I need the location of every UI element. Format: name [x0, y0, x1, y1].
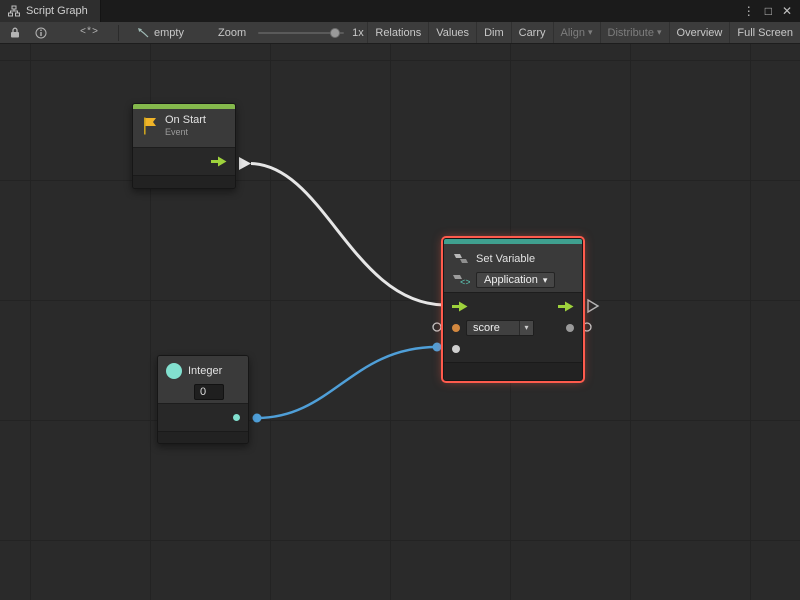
graph-toolbar: <*> empty Zoom 1x Relations Values Dim C… — [0, 22, 800, 44]
wire-start-cap-triangle — [239, 157, 251, 170]
value-out-port-dot[interactable] — [566, 324, 574, 332]
graph-canvas[interactable]: On Start Event — [0, 44, 800, 600]
toolbar-separator — [118, 25, 119, 41]
flow-in-port-icon[interactable] — [452, 301, 468, 312]
name-port-row: score ▾ — [444, 317, 582, 338]
dim-button[interactable]: Dim — [476, 22, 511, 43]
value-out-cap-circle[interactable] — [583, 323, 591, 331]
integer-out-port-dot[interactable] — [233, 414, 240, 421]
flow-out-cap-triangle[interactable] — [588, 300, 598, 312]
connections-layer — [0, 44, 800, 600]
flag-icon — [141, 116, 159, 136]
zoom-slider-knob[interactable] — [330, 28, 340, 38]
integer-value-field[interactable]: 0 — [194, 384, 224, 400]
script-graph-window: Script Graph ⋮ □ ✕ <*> empty Zoom 1x Re — [0, 0, 800, 600]
selection-label: empty — [154, 27, 184, 39]
flow-port-row — [444, 296, 582, 317]
wire-integer-to-setvariable[interactable] — [257, 347, 437, 418]
zoom-value: 1x — [352, 27, 364, 39]
object-icon: <> — [452, 274, 470, 286]
flow-out-port-icon[interactable] — [211, 156, 227, 167]
scope-dropdown[interactable]: Application ▾ — [476, 272, 555, 288]
chevron-down-icon: ▾ — [519, 321, 533, 335]
value-in-port-dot[interactable] — [452, 345, 460, 353]
chevron-down-icon: ▾ — [657, 28, 662, 37]
node-integer[interactable]: Integer 0 — [157, 355, 249, 444]
tab-script-graph[interactable]: Script Graph — [0, 0, 101, 22]
maximize-icon[interactable]: □ — [765, 4, 772, 18]
code-icon[interactable]: <*> — [80, 27, 98, 38]
relations-button[interactable]: Relations — [367, 22, 428, 43]
full-screen-button[interactable]: Full Screen — [729, 22, 800, 43]
pointer-arrow-icon — [137, 27, 149, 38]
zoom-label: Zoom — [218, 27, 246, 39]
carry-button[interactable]: Carry — [511, 22, 553, 43]
node-set-variable[interactable]: Set Variable <> Application ▾ — [443, 238, 583, 381]
input-port-row — [444, 338, 582, 359]
graph-icon — [8, 5, 20, 17]
overview-button[interactable]: Overview — [669, 22, 730, 43]
name-port-dot[interactable] — [452, 324, 460, 332]
variables-icon — [452, 253, 470, 265]
svg-text:<>: <> — [460, 278, 470, 286]
variable-name-dropdown[interactable]: score ▾ — [466, 320, 534, 336]
integer-type-icon — [166, 363, 182, 379]
wire-cap-integer-out — [253, 414, 262, 423]
tab-label: Script Graph — [26, 5, 88, 17]
flow-out-port-icon[interactable] — [558, 301, 574, 312]
align-dropdown-button[interactable]: Align▾ — [553, 22, 600, 43]
close-icon[interactable]: ✕ — [782, 4, 792, 18]
node-title: Integer — [188, 365, 222, 377]
wire-onstart-to-setvariable[interactable] — [251, 164, 444, 306]
wire-cap-setvariable-in — [433, 343, 442, 352]
selection-indicator: empty — [137, 27, 184, 39]
title-bar: Script Graph ⋮ □ ✕ — [0, 0, 800, 22]
chevron-down-icon: ▾ — [543, 276, 548, 285]
node-title: On Start — [165, 114, 206, 126]
kebab-menu-icon[interactable]: ⋮ — [743, 4, 755, 18]
values-button[interactable]: Values — [428, 22, 476, 43]
lock-icon[interactable] — [6, 24, 24, 42]
node-title: Set Variable — [476, 253, 535, 265]
node-subtitle: Event — [165, 127, 206, 137]
node-on-start[interactable]: On Start Event — [132, 103, 236, 189]
value-in-cap-circle[interactable] — [433, 323, 441, 331]
zoom-slider[interactable] — [258, 32, 344, 34]
chevron-down-icon: ▾ — [588, 28, 593, 37]
distribute-dropdown-button[interactable]: Distribute▾ — [600, 22, 669, 43]
info-icon[interactable] — [32, 24, 50, 42]
